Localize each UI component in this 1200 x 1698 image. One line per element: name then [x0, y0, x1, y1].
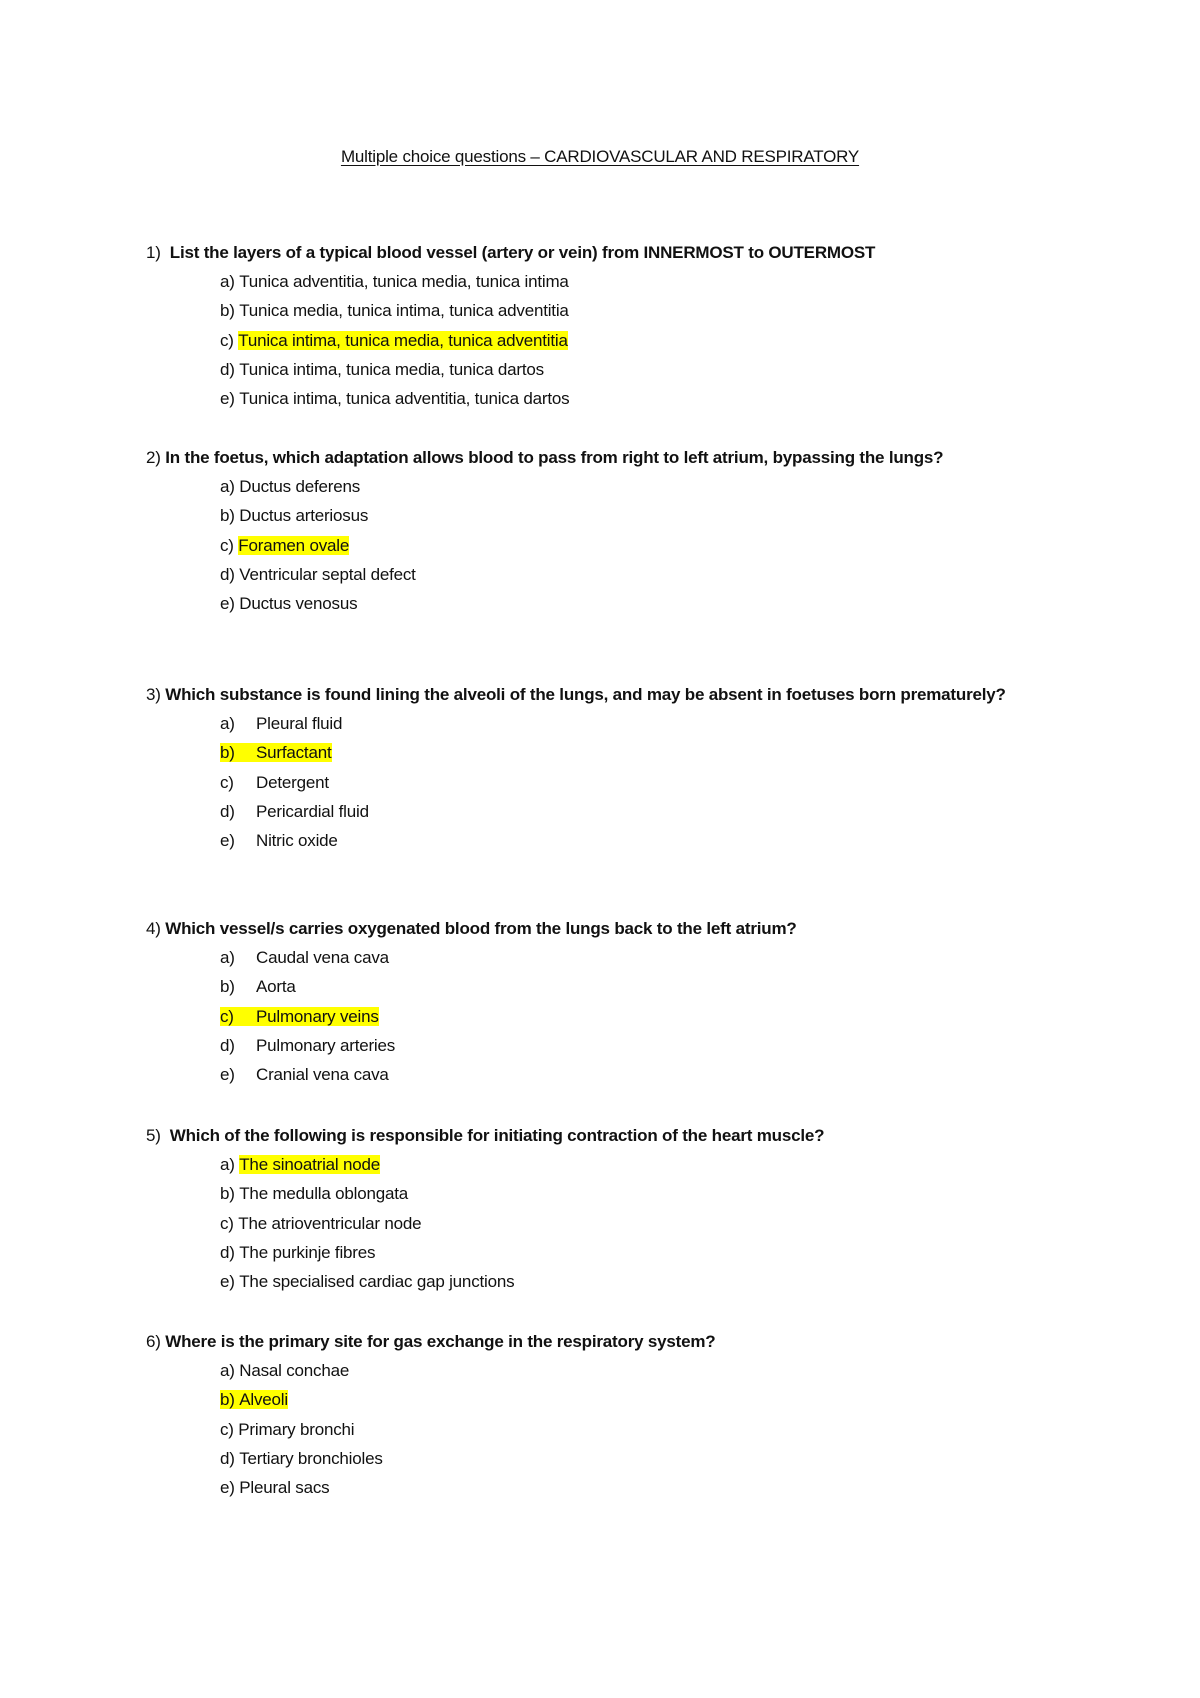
- option-text: Pulmonary arteries: [256, 1035, 396, 1055]
- question-6-text: 6) Where is the primary site for gas exc…: [146, 1327, 1046, 1356]
- option-a[interactable]: a) Ductus deferens: [146, 472, 1046, 501]
- question-6: 6) Where is the primary site for gas exc…: [146, 1327, 1046, 1502]
- question-4: 4) Which vessel/s carries oxygenated blo…: [146, 914, 1046, 1089]
- option-text: Detergent: [256, 772, 329, 792]
- option-list: a) The sinoatrial node b) The medulla ob…: [146, 1150, 1046, 1296]
- option-text: Nitric oxide: [256, 831, 338, 851]
- option-text: Tunica media, tunica intima, tunica adve…: [239, 301, 569, 321]
- question-2: 2) In the foetus, which adaptation allow…: [146, 443, 1046, 618]
- option-b-correct[interactable]: b) Alveoli: [146, 1385, 1046, 1414]
- option-c-correct[interactable]: c) Foramen ovale: [146, 531, 1046, 560]
- option-text: Tertiary bronchioles: [239, 1448, 383, 1468]
- question-prompt: In the foetus, which adaptation allows b…: [165, 448, 944, 467]
- option-c-correct[interactable]: c) Pulmonary veins: [146, 1002, 1046, 1031]
- option-text: The purkinje fibres: [239, 1242, 376, 1262]
- question-prompt: List the layers of a typical blood vesse…: [169, 243, 876, 262]
- option-a[interactable]: a) Tunica adventitia, tunica media, tuni…: [146, 267, 1046, 296]
- question-4-text: 4) Which vessel/s carries oxygenated blo…: [146, 914, 1046, 943]
- option-text: Pleural fluid: [256, 714, 343, 733]
- option-a-correct[interactable]: a) The sinoatrial node: [146, 1150, 1046, 1179]
- question-prompt: Which of the following is responsible fo…: [169, 1126, 825, 1145]
- question-number: 6): [146, 1332, 161, 1351]
- option-d[interactable]: d) Tunica intima, tunica media, tunica d…: [146, 355, 1046, 384]
- question-3: 3) Which substance is found lining the a…: [146, 680, 1046, 855]
- option-list: a) Pleural fluid b) Surfactant c) Detergent…: [146, 709, 1046, 855]
- option-d[interactable]: d) Pericardial fluid: [146, 797, 1046, 826]
- option-c[interactable]: c) Detergent: [146, 768, 1046, 797]
- option-text: Pleural sacs: [239, 1478, 330, 1498]
- question-number: 2): [146, 448, 161, 467]
- option-d[interactable]: d) Tertiary bronchioles: [146, 1444, 1046, 1473]
- option-c[interactable]: c) Primary bronchi: [146, 1415, 1046, 1444]
- option-text-highlighted: Tunica intima, tunica media, tunica adve…: [238, 330, 568, 350]
- option-e[interactable]: e) The specialised cardiac gap junctions: [146, 1267, 1046, 1296]
- option-a[interactable]: a) Caudal vena cava: [146, 943, 1046, 972]
- option-a[interactable]: a) Pleural fluid: [146, 709, 1046, 738]
- option-text: Nasal conchae: [239, 1361, 350, 1380]
- option-text: Caudal vena cava: [256, 948, 389, 967]
- option-b[interactable]: b) Ductus arteriosus: [146, 501, 1046, 530]
- question-number: 5): [146, 1126, 161, 1145]
- question-prompt: Which substance is found lining the alve…: [165, 685, 1006, 704]
- option-text: Ductus venosus: [239, 594, 358, 614]
- option-text: Pericardial fluid: [256, 801, 369, 821]
- option-text: Tunica intima, tunica adventitia, tunica…: [239, 389, 570, 409]
- option-e[interactable]: e) Ductus venosus: [146, 589, 1046, 618]
- option-text: Tunica intima, tunica media, tunica dart…: [239, 359, 544, 379]
- question-5-text: 5) Which of the following is responsible…: [146, 1121, 1046, 1150]
- option-b[interactable]: b) Aorta: [146, 972, 1046, 1001]
- option-text: Primary bronchi: [238, 1419, 355, 1439]
- document-title-wrapper: Multiple choice questions – CARDIOVASCUL…: [0, 147, 1200, 167]
- option-b-correct[interactable]: b) Surfactant: [146, 738, 1046, 767]
- option-c[interactable]: c) The atrioventricular node: [146, 1209, 1046, 1238]
- option-text: Aorta: [256, 977, 296, 997]
- question-number: 3): [146, 685, 161, 704]
- option-text-highlighted: Pulmonary veins: [256, 1006, 379, 1026]
- question-number: 4): [146, 919, 161, 938]
- question-2-text: 2) In the foetus, which adaptation allow…: [146, 443, 1046, 472]
- question-1: 1) List the layers of a typical blood ve…: [146, 238, 1046, 413]
- question-5: 5) Which of the following is responsible…: [146, 1121, 1046, 1296]
- option-c-correct[interactable]: c) Tunica intima, tunica media, tunica a…: [146, 326, 1046, 355]
- option-b[interactable]: b) The medulla oblongata: [146, 1179, 1046, 1208]
- option-text: The atrioventricular node: [238, 1213, 422, 1233]
- option-e[interactable]: e) Pleural sacs: [146, 1473, 1046, 1502]
- option-a[interactable]: a) Nasal conchae: [146, 1356, 1046, 1385]
- option-text-highlighted: Surfactant: [256, 743, 332, 763]
- question-3-text: 3) Which substance is found lining the a…: [146, 680, 1046, 709]
- option-text: The specialised cardiac gap junctions: [239, 1272, 515, 1292]
- option-text: The medulla oblongata: [239, 1184, 409, 1204]
- option-text: Ventricular septal defect: [239, 564, 416, 584]
- option-list: a) Ductus deferens b) Ductus arteriosus …: [146, 472, 1046, 618]
- option-list: a) Caudal vena cava b) Aorta c) Pulmonary v…: [146, 943, 1046, 1089]
- question-number: 1): [146, 243, 161, 262]
- option-e[interactable]: e) Cranial vena cava: [146, 1060, 1046, 1089]
- question-1-text: 1) List the layers of a typical blood ve…: [146, 238, 1046, 267]
- option-list: a) Nasal conchae b) Alveoli c) Primary b…: [146, 1356, 1046, 1502]
- option-d[interactable]: d) Ventricular septal defect: [146, 560, 1046, 589]
- option-text: Tunica adventitia, tunica media, tunica …: [239, 272, 569, 291]
- option-text-highlighted: Foramen ovale: [238, 535, 350, 555]
- document-title: Multiple choice questions – CARDIOVASCUL…: [340, 147, 860, 166]
- option-e[interactable]: e) Nitric oxide: [146, 826, 1046, 855]
- option-text: Cranial vena cava: [256, 1065, 389, 1085]
- option-d[interactable]: d) Pulmonary arteries: [146, 1031, 1046, 1060]
- option-d[interactable]: d) The purkinje fibres: [146, 1238, 1046, 1267]
- question-prompt: Where is the primary site for gas exchan…: [165, 1332, 716, 1351]
- option-text: Ductus deferens: [239, 477, 361, 496]
- document-page: Multiple choice questions – CARDIOVASCUL…: [0, 0, 1200, 1698]
- option-b[interactable]: b) Tunica media, tunica intima, tunica a…: [146, 296, 1046, 325]
- question-prompt: Which vessel/s carries oxygenated blood …: [165, 919, 797, 938]
- option-list: a) Tunica adventitia, tunica media, tuni…: [146, 267, 1046, 413]
- option-text: Ductus arteriosus: [239, 506, 369, 526]
- option-text-highlighted: The sinoatrial node: [239, 1155, 381, 1174]
- option-text-highlighted: Alveoli: [239, 1390, 288, 1410]
- option-e[interactable]: e) Tunica intima, tunica adventitia, tun…: [146, 384, 1046, 413]
